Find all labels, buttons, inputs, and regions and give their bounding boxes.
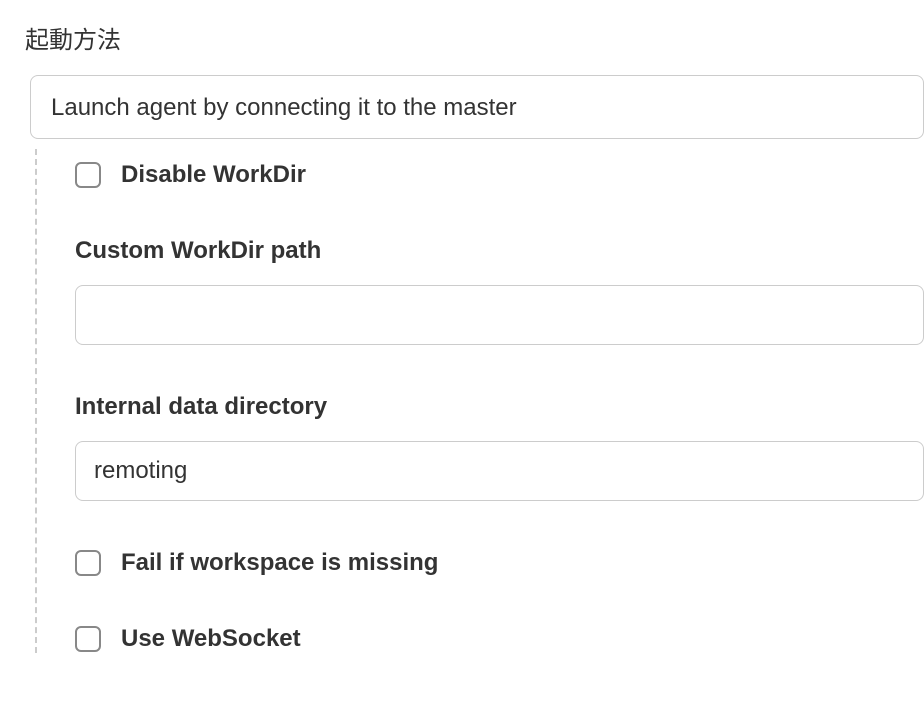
- fail-if-missing-row: Fail if workspace is missing: [75, 549, 924, 577]
- internal-data-dir-group: Internal data directory: [75, 393, 924, 501]
- custom-workdir-group: Custom WorkDir path: [75, 237, 924, 345]
- fail-if-missing-label[interactable]: Fail if workspace is missing: [121, 549, 438, 577]
- launch-method-label: 起動方法: [25, 20, 924, 55]
- internal-data-dir-label: Internal data directory: [75, 393, 924, 421]
- launch-method-options-section: Disable WorkDir Custom WorkDir path Inte…: [35, 149, 924, 653]
- use-websocket-checkbox[interactable]: [75, 626, 101, 652]
- disable-workdir-checkbox[interactable]: [75, 162, 101, 188]
- internal-data-dir-input[interactable]: [75, 441, 924, 501]
- fail-if-missing-checkbox[interactable]: [75, 550, 101, 576]
- custom-workdir-label: Custom WorkDir path: [75, 237, 924, 265]
- custom-workdir-input[interactable]: [75, 285, 924, 345]
- disable-workdir-row: Disable WorkDir: [75, 161, 924, 189]
- launch-method-select-wrapper: Launch agent by connecting it to the mas…: [30, 75, 924, 139]
- use-websocket-row: Use WebSocket: [75, 625, 924, 653]
- use-websocket-label[interactable]: Use WebSocket: [121, 625, 301, 653]
- launch-method-select[interactable]: Launch agent by connecting it to the mas…: [30, 75, 924, 139]
- disable-workdir-label[interactable]: Disable WorkDir: [121, 161, 306, 189]
